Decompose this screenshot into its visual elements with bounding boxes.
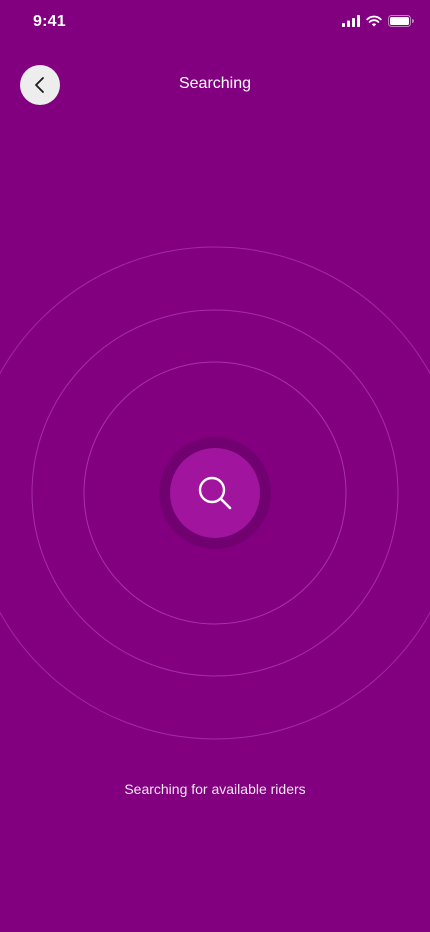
battery-icon [388, 15, 414, 27]
header: Searching [0, 64, 430, 106]
search-button-inner [170, 448, 260, 538]
wifi-icon [366, 15, 382, 27]
search-icon [198, 476, 232, 510]
status-bar: 9:41 [0, 0, 430, 44]
status-time: 9:41 [33, 13, 66, 30]
search-button[interactable] [159, 437, 271, 549]
status-icons [342, 15, 414, 27]
cellular-signal-icon [342, 15, 360, 27]
page-title: Searching [178, 75, 252, 92]
searching-message: Searching for available riders [124, 781, 306, 797]
